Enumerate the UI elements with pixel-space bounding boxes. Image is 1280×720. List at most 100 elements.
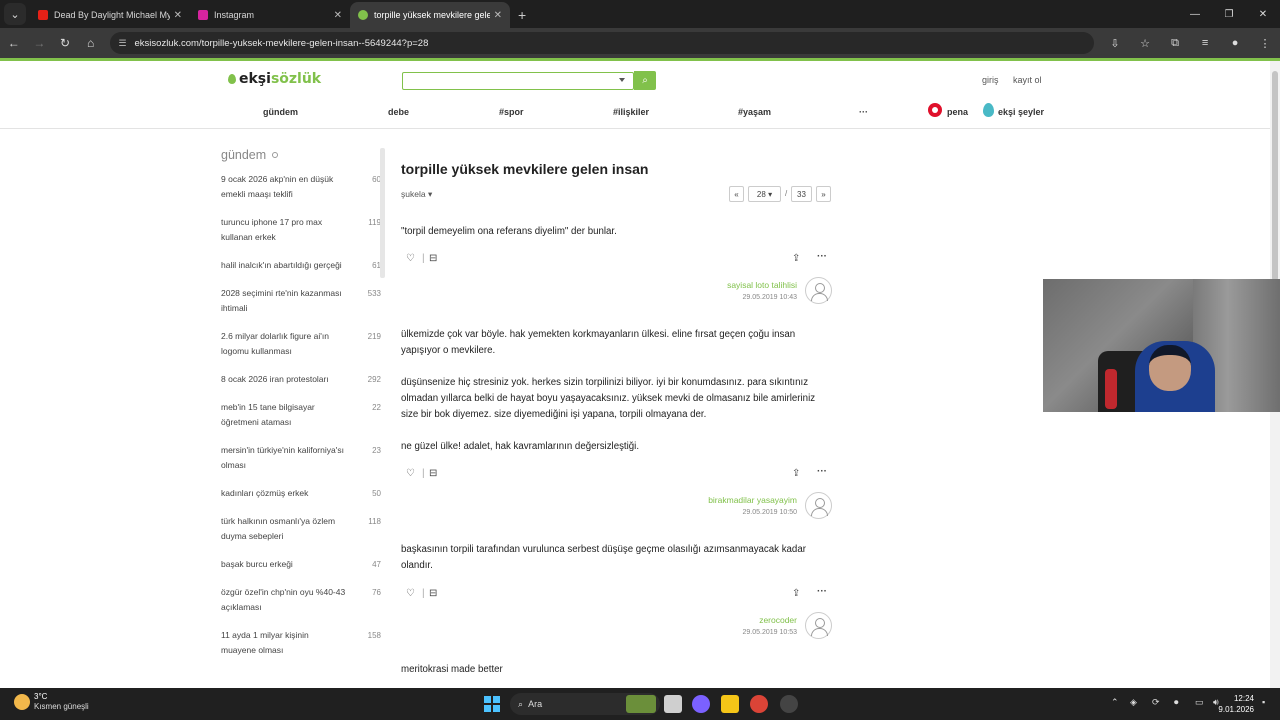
app-icon[interactable] <box>780 695 798 713</box>
pena-icon[interactable] <box>928 103 942 117</box>
tab-instagram[interactable]: Instagram ✕ <box>190 2 350 28</box>
close-icon[interactable]: ✕ <box>494 10 502 21</box>
nav-yasam[interactable]: #yaşam <box>738 107 771 117</box>
entry-date[interactable]: 29.05.2019 10:53 <box>743 629 798 636</box>
pager-last[interactable]: 33 <box>791 186 812 202</box>
copilot-icon[interactable] <box>692 695 710 713</box>
install-icon[interactable]: ⇩ <box>1100 37 1130 50</box>
network-app-icon[interactable]: ◈ <box>1130 697 1137 708</box>
topic-title[interactable]: torpille yüksek mevkilere gelen insan <box>401 161 648 177</box>
pager-next[interactable]: » <box>816 186 831 202</box>
share-icon[interactable]: ⇪ <box>792 253 800 264</box>
sidebar-item[interactable]: meb'in 15 tane bilgisayar öğretmeni atam… <box>221 400 381 430</box>
sync-icon[interactable]: ⟳ <box>1152 697 1160 708</box>
new-tab-icon[interactable]: + <box>518 7 526 23</box>
avatar[interactable] <box>805 277 832 304</box>
nav-more[interactable]: ··· <box>859 107 868 117</box>
file-explorer-icon[interactable] <box>721 695 739 713</box>
widget-thumbnail-icon[interactable] <box>626 695 656 713</box>
sidebar-item[interactable]: halil inalcık'ın abartıldığı gerçeği 61 <box>221 258 381 273</box>
browser-menu-icon[interactable]: ⋮ <box>1250 37 1280 50</box>
entry-date[interactable]: 29.05.2019 10:50 <box>743 509 798 516</box>
ellipsis-icon[interactable]: ··· <box>817 466 827 477</box>
nav-debe[interactable]: debe <box>388 107 409 117</box>
nav-gundem[interactable]: gündem <box>263 107 298 117</box>
pager-select[interactable]: 28 ▾ <box>748 186 781 202</box>
nav-eksi-seyler[interactable]: ekşi şeyler <box>998 107 1044 117</box>
pager-prev[interactable]: « <box>729 186 744 202</box>
minus-icon[interactable]: ⊟ <box>429 588 437 599</box>
scrollbar-thumb[interactable] <box>1272 71 1278 281</box>
entry-author[interactable]: birakmadilar yasayayim <box>708 495 797 505</box>
heart-icon[interactable]: ♡ <box>406 253 415 264</box>
restore-icon[interactable]: ❐ <box>1212 0 1246 28</box>
microphone-icon[interactable]: ⏺ <box>1174 697 1179 708</box>
reading-list-icon[interactable]: ≡ <box>1190 37 1220 50</box>
avatar[interactable] <box>805 612 832 639</box>
nav-iliskiler[interactable]: #ilişkiler <box>613 107 649 117</box>
notification-icon[interactable]: ▪ <box>1262 697 1265 707</box>
close-window-icon[interactable]: ✕ <box>1246 0 1280 28</box>
share-icon[interactable]: ⇪ <box>792 468 800 479</box>
chrome-icon[interactable] <box>750 695 768 713</box>
sort-dropdown[interactable]: şukela ▾ <box>401 189 432 200</box>
weather-widget[interactable]: 3°C Kısmen güneşli <box>14 692 89 712</box>
tab-search-button[interactable]: ⌄ <box>4 3 26 25</box>
sidebar-item[interactable]: mersin'in türkiye'nin kaliforniya'sı olm… <box>221 443 381 473</box>
sidebar-item[interactable]: türk halkının osmanlı'ya özlem duyma seb… <box>221 514 381 544</box>
bookmark-star-icon[interactable]: ☆ <box>1130 37 1160 50</box>
monitor-icon[interactable]: ▭ <box>1195 697 1204 708</box>
back-icon[interactable]: ← <box>2 31 26 55</box>
minimize-icon[interactable]: — <box>1178 0 1212 28</box>
heart-icon[interactable]: ♡ <box>406 468 415 479</box>
chevron-up-icon[interactable]: ⌃ <box>1111 697 1119 708</box>
reload-icon[interactable]: ↻ <box>53 31 77 55</box>
sidebar-item[interactable]: 8 ocak 2026 iran protestoları 292 <box>221 372 381 387</box>
extensions-icon[interactable]: ⧉ <box>1160 37 1190 50</box>
gear-icon[interactable] <box>272 152 279 158</box>
close-icon[interactable]: ✕ <box>174 10 182 21</box>
site-info-icon[interactable]: ☰ <box>118 38 126 49</box>
site-logo[interactable]: ekşi sözlük <box>228 71 321 87</box>
tab-eksisozluk[interactable]: torpille yüksek mevkilere gelen ✕ <box>350 2 510 28</box>
sidebar-item[interactable]: başak burcu erkeği 47 <box>221 557 381 572</box>
nav-pena[interactable]: pena <box>947 107 968 117</box>
forward-icon[interactable]: → <box>28 31 52 55</box>
sidebar-scrollbar[interactable] <box>380 148 385 278</box>
sidebar-item-title: başak burcu erkeği <box>221 559 293 569</box>
ellipsis-icon[interactable]: ··· <box>817 251 827 262</box>
sidebar-item[interactable]: kadınları çözmüş erkek 50 <box>221 486 381 501</box>
nav-spor[interactable]: #spor <box>499 107 524 117</box>
search-button[interactable]: ⌕ <box>634 71 656 90</box>
ellipsis-icon[interactable]: ··· <box>817 586 827 597</box>
windows-start-icon[interactable] <box>484 696 500 712</box>
sidebar-item[interactable]: 11 ayda 1 milyar kişinin muayene olması 1… <box>221 628 381 658</box>
close-icon[interactable]: ✕ <box>334 10 342 21</box>
task-view-icon[interactable] <box>664 695 682 713</box>
sidebar-item[interactable]: özgür özel'in chp'nin oyu %40-43 açıklam… <box>221 585 381 615</box>
login-link[interactable]: giriş <box>982 75 999 85</box>
minus-icon[interactable]: ⊟ <box>429 253 437 264</box>
entry-author[interactable]: zerocoder <box>759 615 797 625</box>
search-input[interactable] <box>402 72 634 90</box>
home-icon[interactable]: ⌂ <box>79 31 103 55</box>
share-icon[interactable]: ⇪ <box>792 588 800 599</box>
entry-date[interactable]: 29.05.2019 10:43 <box>743 294 798 301</box>
address-bar[interactable]: ☰ eksisozluk.com/torpille-yuksek-mevkile… <box>110 32 1095 54</box>
sidebar-item[interactable]: turuncu iphone 17 pro max kullanan erkek… <box>221 215 381 245</box>
eksi-seyler-icon[interactable] <box>983 103 994 117</box>
tab-youtube[interactable]: Dead By Daylight Michael Myers ✕ <box>30 2 190 28</box>
sidebar-item[interactable]: 2028 seçimini rte'nin kazanması ihtimali… <box>221 286 381 316</box>
entry-author[interactable]: sayisal loto talihlisi <box>727 280 797 290</box>
heart-icon[interactable]: ♡ <box>406 588 415 599</box>
sidebar-item[interactable]: 2.6 milyar dolarlık figure ai'ın logomu … <box>221 329 381 359</box>
profile-avatar[interactable]: ● <box>1220 37 1250 50</box>
sidebar-item[interactable]: 9 ocak 2026 akp'nin en düşük emekli maaş… <box>221 172 381 202</box>
chevron-down-icon[interactable] <box>619 78 625 82</box>
register-link[interactable]: kayıt ol <box>1013 75 1042 85</box>
entry-content: başkasının torpili tarafından vurulunca … <box>401 542 833 590</box>
minus-icon[interactable]: ⊟ <box>429 468 437 479</box>
sidebar-title-text[interactable]: gündem <box>221 148 266 162</box>
avatar[interactable] <box>805 492 832 519</box>
system-clock[interactable]: 12:24 9.01.2026 <box>1218 693 1254 715</box>
